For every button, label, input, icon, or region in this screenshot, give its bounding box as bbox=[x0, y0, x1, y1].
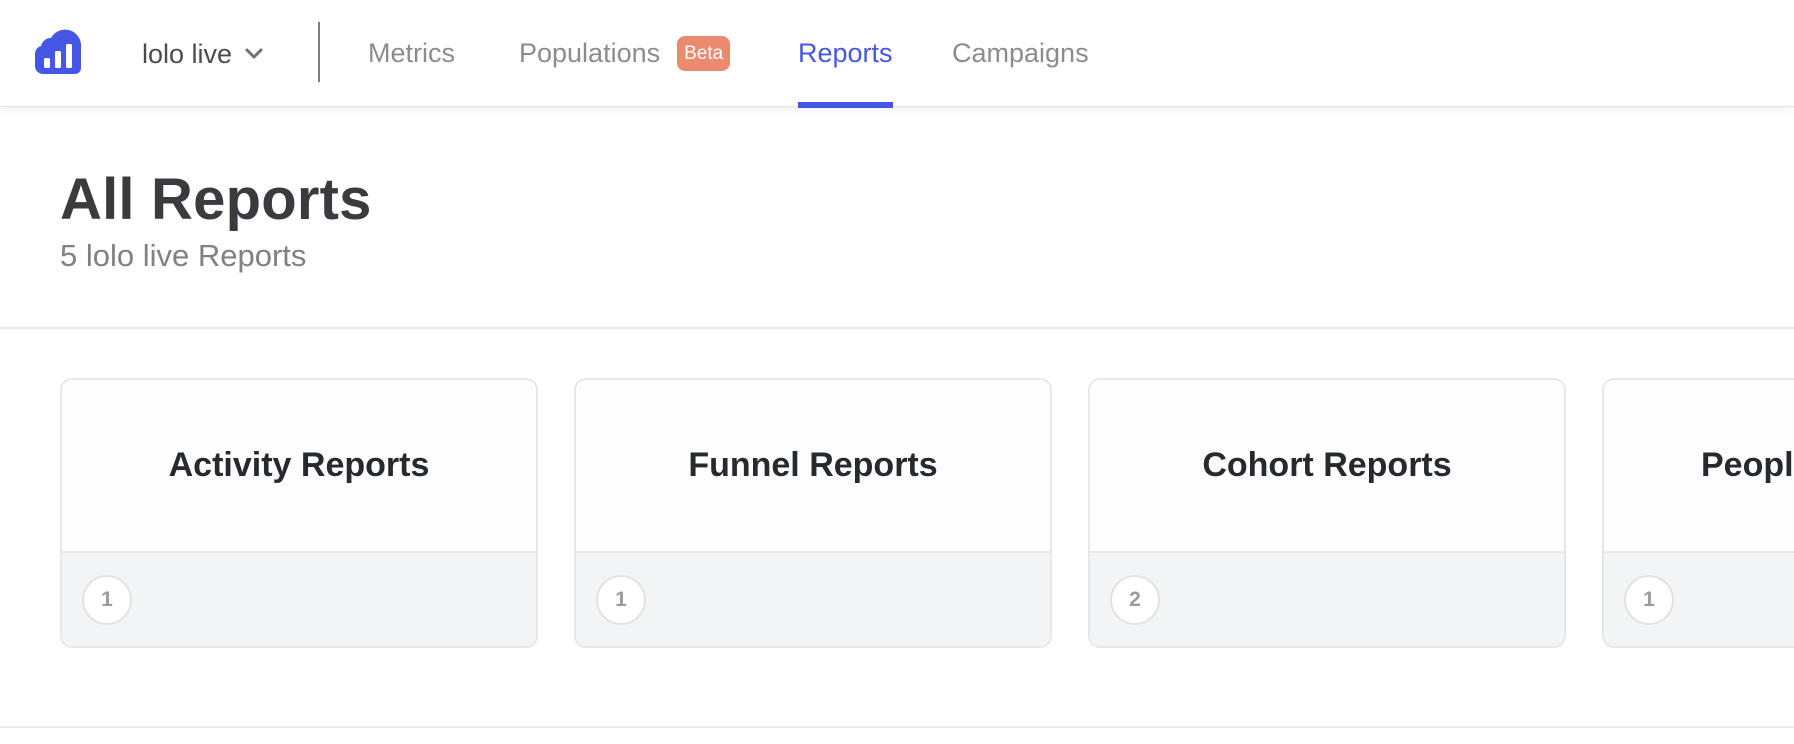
report-card-cohort[interactable]: Cohort Reports 2 bbox=[1088, 378, 1566, 648]
bottom-divider bbox=[0, 726, 1794, 728]
card-footer: 1 bbox=[62, 553, 536, 646]
tab-populations[interactable]: Populations Beta bbox=[519, 0, 731, 107]
tab-reports[interactable]: Reports bbox=[798, 0, 893, 108]
beta-badge: Beta bbox=[677, 36, 731, 71]
app-logo-icon[interactable] bbox=[35, 28, 85, 76]
tab-label: Reports bbox=[798, 38, 893, 68]
report-card-activity[interactable]: Activity Reports 1 bbox=[60, 378, 538, 648]
tab-label: Metrics bbox=[368, 38, 455, 68]
tab-campaigns[interactable]: Campaigns bbox=[952, 0, 1089, 107]
card-header: Funnel Reports bbox=[576, 380, 1050, 553]
card-footer: 2 bbox=[1090, 553, 1564, 646]
report-card-funnel[interactable]: Funnel Reports 1 bbox=[574, 378, 1052, 648]
report-count-badge: 1 bbox=[82, 575, 132, 625]
card-footer: 1 bbox=[1604, 553, 1794, 646]
tab-metrics[interactable]: Metrics bbox=[368, 0, 455, 107]
card-footer: 1 bbox=[576, 553, 1050, 646]
top-navigation-bar: lolo live Metrics Populations Beta Repor… bbox=[0, 0, 1794, 108]
tab-label: Populations bbox=[519, 38, 661, 68]
card-title: Cohort Reports bbox=[1202, 446, 1452, 484]
report-count-badge: 2 bbox=[1110, 575, 1160, 625]
report-card-people[interactable]: Peopl 1 bbox=[1602, 378, 1794, 648]
card-title: Peopl bbox=[1701, 446, 1794, 484]
chevron-down-icon bbox=[245, 48, 263, 59]
card-header: Cohort Reports bbox=[1090, 380, 1564, 553]
card-title: Activity Reports bbox=[168, 446, 430, 484]
card-title: Funnel Reports bbox=[688, 446, 938, 484]
project-name: lolo live bbox=[142, 38, 233, 69]
card-header: Peopl bbox=[1604, 380, 1794, 553]
section-divider bbox=[0, 327, 1794, 329]
page-subtitle: 5 lolo live Reports bbox=[60, 238, 307, 273]
report-count-badge: 1 bbox=[596, 575, 646, 625]
report-count-badge: 1 bbox=[1624, 575, 1674, 625]
card-header: Activity Reports bbox=[62, 380, 536, 553]
page-title: All Reports bbox=[60, 167, 372, 232]
nav-divider bbox=[318, 22, 320, 82]
tab-label: Campaigns bbox=[952, 38, 1089, 68]
project-switcher[interactable]: lolo live bbox=[142, 34, 266, 74]
